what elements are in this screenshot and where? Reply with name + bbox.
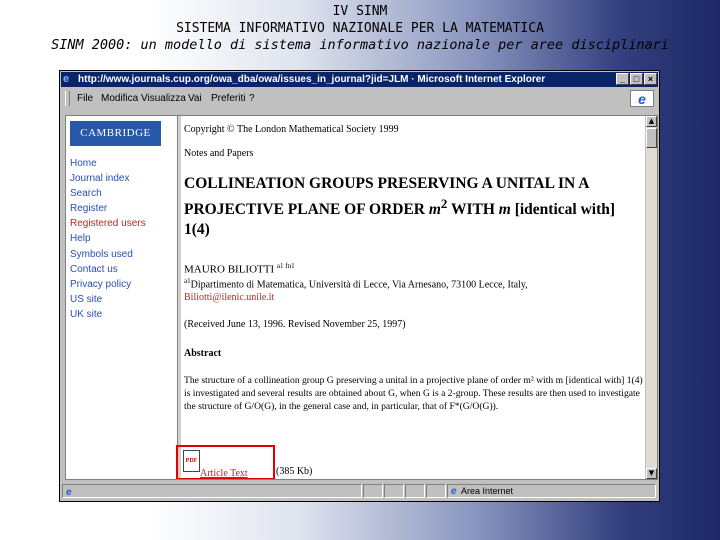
ie-icon: e xyxy=(63,73,70,85)
slide-titles: IV SINM SISTEMA INFORMATIVO NAZIONALE PE… xyxy=(0,3,720,54)
scroll-up-icon[interactable]: ▲ xyxy=(646,116,657,127)
nav-privacy-policy[interactable]: Privacy policy xyxy=(70,277,146,292)
abstract-heading: Abstract xyxy=(184,348,222,359)
internet-zone-icon: e xyxy=(451,486,457,497)
nav-help[interactable]: Help xyxy=(70,231,146,246)
nav-list: Home Journal index Search Register Regis… xyxy=(70,156,146,322)
status-cell xyxy=(426,484,446,498)
abstract-text: The structure of a collineation group G … xyxy=(184,375,643,412)
menu-preferiti[interactable]: Preferiti xyxy=(211,93,245,104)
cambridge-logo[interactable]: CAMBRIDGE xyxy=(70,121,161,146)
menu-file[interactable]: File xyxy=(77,93,93,104)
slide-subtitle: SISTEMA INFORMATIVO NAZIONALE PER LA MAT… xyxy=(176,21,544,36)
article-scrollbar[interactable]: ▲ ▼ xyxy=(645,116,657,479)
close-button[interactable]: × xyxy=(644,73,657,85)
menu-help[interactable]: ? xyxy=(249,93,255,104)
article-text-link[interactable]: Article Text xyxy=(200,468,248,479)
browser-window: e http://www.journals.cup.org/owa_dba/ow… xyxy=(59,70,660,502)
menu-vai[interactable]: Vai xyxy=(188,93,202,104)
menu-visualizza[interactable]: Visualizza xyxy=(141,93,186,104)
author-email-link[interactable]: Biliotti@ilenic.unile.it xyxy=(184,292,274,303)
author-name: MAURO BILIOTTI a1 fn1 xyxy=(184,262,295,276)
author-affiliation: a1Dipartimento di Matematica, Università… xyxy=(184,277,528,291)
status-cell xyxy=(363,484,383,498)
slide-caption: SINM 2000: un modello di sistema informa… xyxy=(51,37,669,53)
nav-journal-index[interactable]: Journal index xyxy=(70,171,146,186)
copyright-notice: Copyright © The London Mathematical Soci… xyxy=(184,124,399,135)
nav-symbols-used[interactable]: Symbols used xyxy=(70,247,146,262)
window-titlebar[interactable]: e http://www.journals.cup.org/owa_dba/ow… xyxy=(61,72,658,87)
menubar: File Modifica Visualizza Vai Preferiti ?… xyxy=(61,88,658,110)
left-frame-nav: CAMBRIDGE Home Journal index Search Regi… xyxy=(66,116,176,479)
status-cell xyxy=(384,484,404,498)
statusbar: e e Area Internet xyxy=(61,483,658,500)
toolbar-grip-icon[interactable] xyxy=(65,91,70,106)
scroll-down-icon[interactable]: ▼ xyxy=(646,468,657,479)
nav-registered-users[interactable]: Registered users xyxy=(70,216,146,231)
window-title: http://www.journals.cup.org/owa_dba/owa/… xyxy=(78,74,546,85)
nav-register[interactable]: Register xyxy=(70,201,146,216)
received-dates: (Received June 13, 1996. Revised Novembe… xyxy=(184,319,406,330)
nav-us-site[interactable]: US site xyxy=(70,292,146,307)
status-cell xyxy=(405,484,425,498)
minimize-button[interactable]: _ xyxy=(616,73,629,85)
nav-home[interactable]: Home xyxy=(70,156,146,171)
status-message: e xyxy=(62,484,362,498)
maximize-button[interactable]: □ xyxy=(630,73,643,85)
article-title: COLLINEATION GROUPS PRESERVING A UNITAL … xyxy=(184,175,616,239)
nav-uk-site[interactable]: UK site xyxy=(70,307,146,322)
pdf-icon[interactable]: PDF xyxy=(183,450,200,472)
nav-search[interactable]: Search xyxy=(70,186,146,201)
article-frame: Copyright © The London Mathematical Soci… xyxy=(176,116,646,479)
scroll-thumb[interactable] xyxy=(646,128,657,148)
page-content: CAMBRIDGE Home Journal index Search Regi… xyxy=(65,115,658,480)
menu-modifica[interactable]: Modifica xyxy=(101,93,138,104)
page-status-icon: e xyxy=(66,487,72,498)
slide-title: IV SINM xyxy=(332,4,388,19)
nav-contact-us[interactable]: Contact us xyxy=(70,262,146,277)
ie-logo-icon: e xyxy=(630,90,654,107)
section-label: Notes and Papers xyxy=(184,148,254,159)
frame-divider[interactable] xyxy=(177,116,181,479)
pdf-highlight-box: PDF Article Text xyxy=(176,445,275,479)
internet-zone-label: Area Internet xyxy=(461,486,514,496)
pdf-file-size: (385 Kb) xyxy=(276,466,313,477)
